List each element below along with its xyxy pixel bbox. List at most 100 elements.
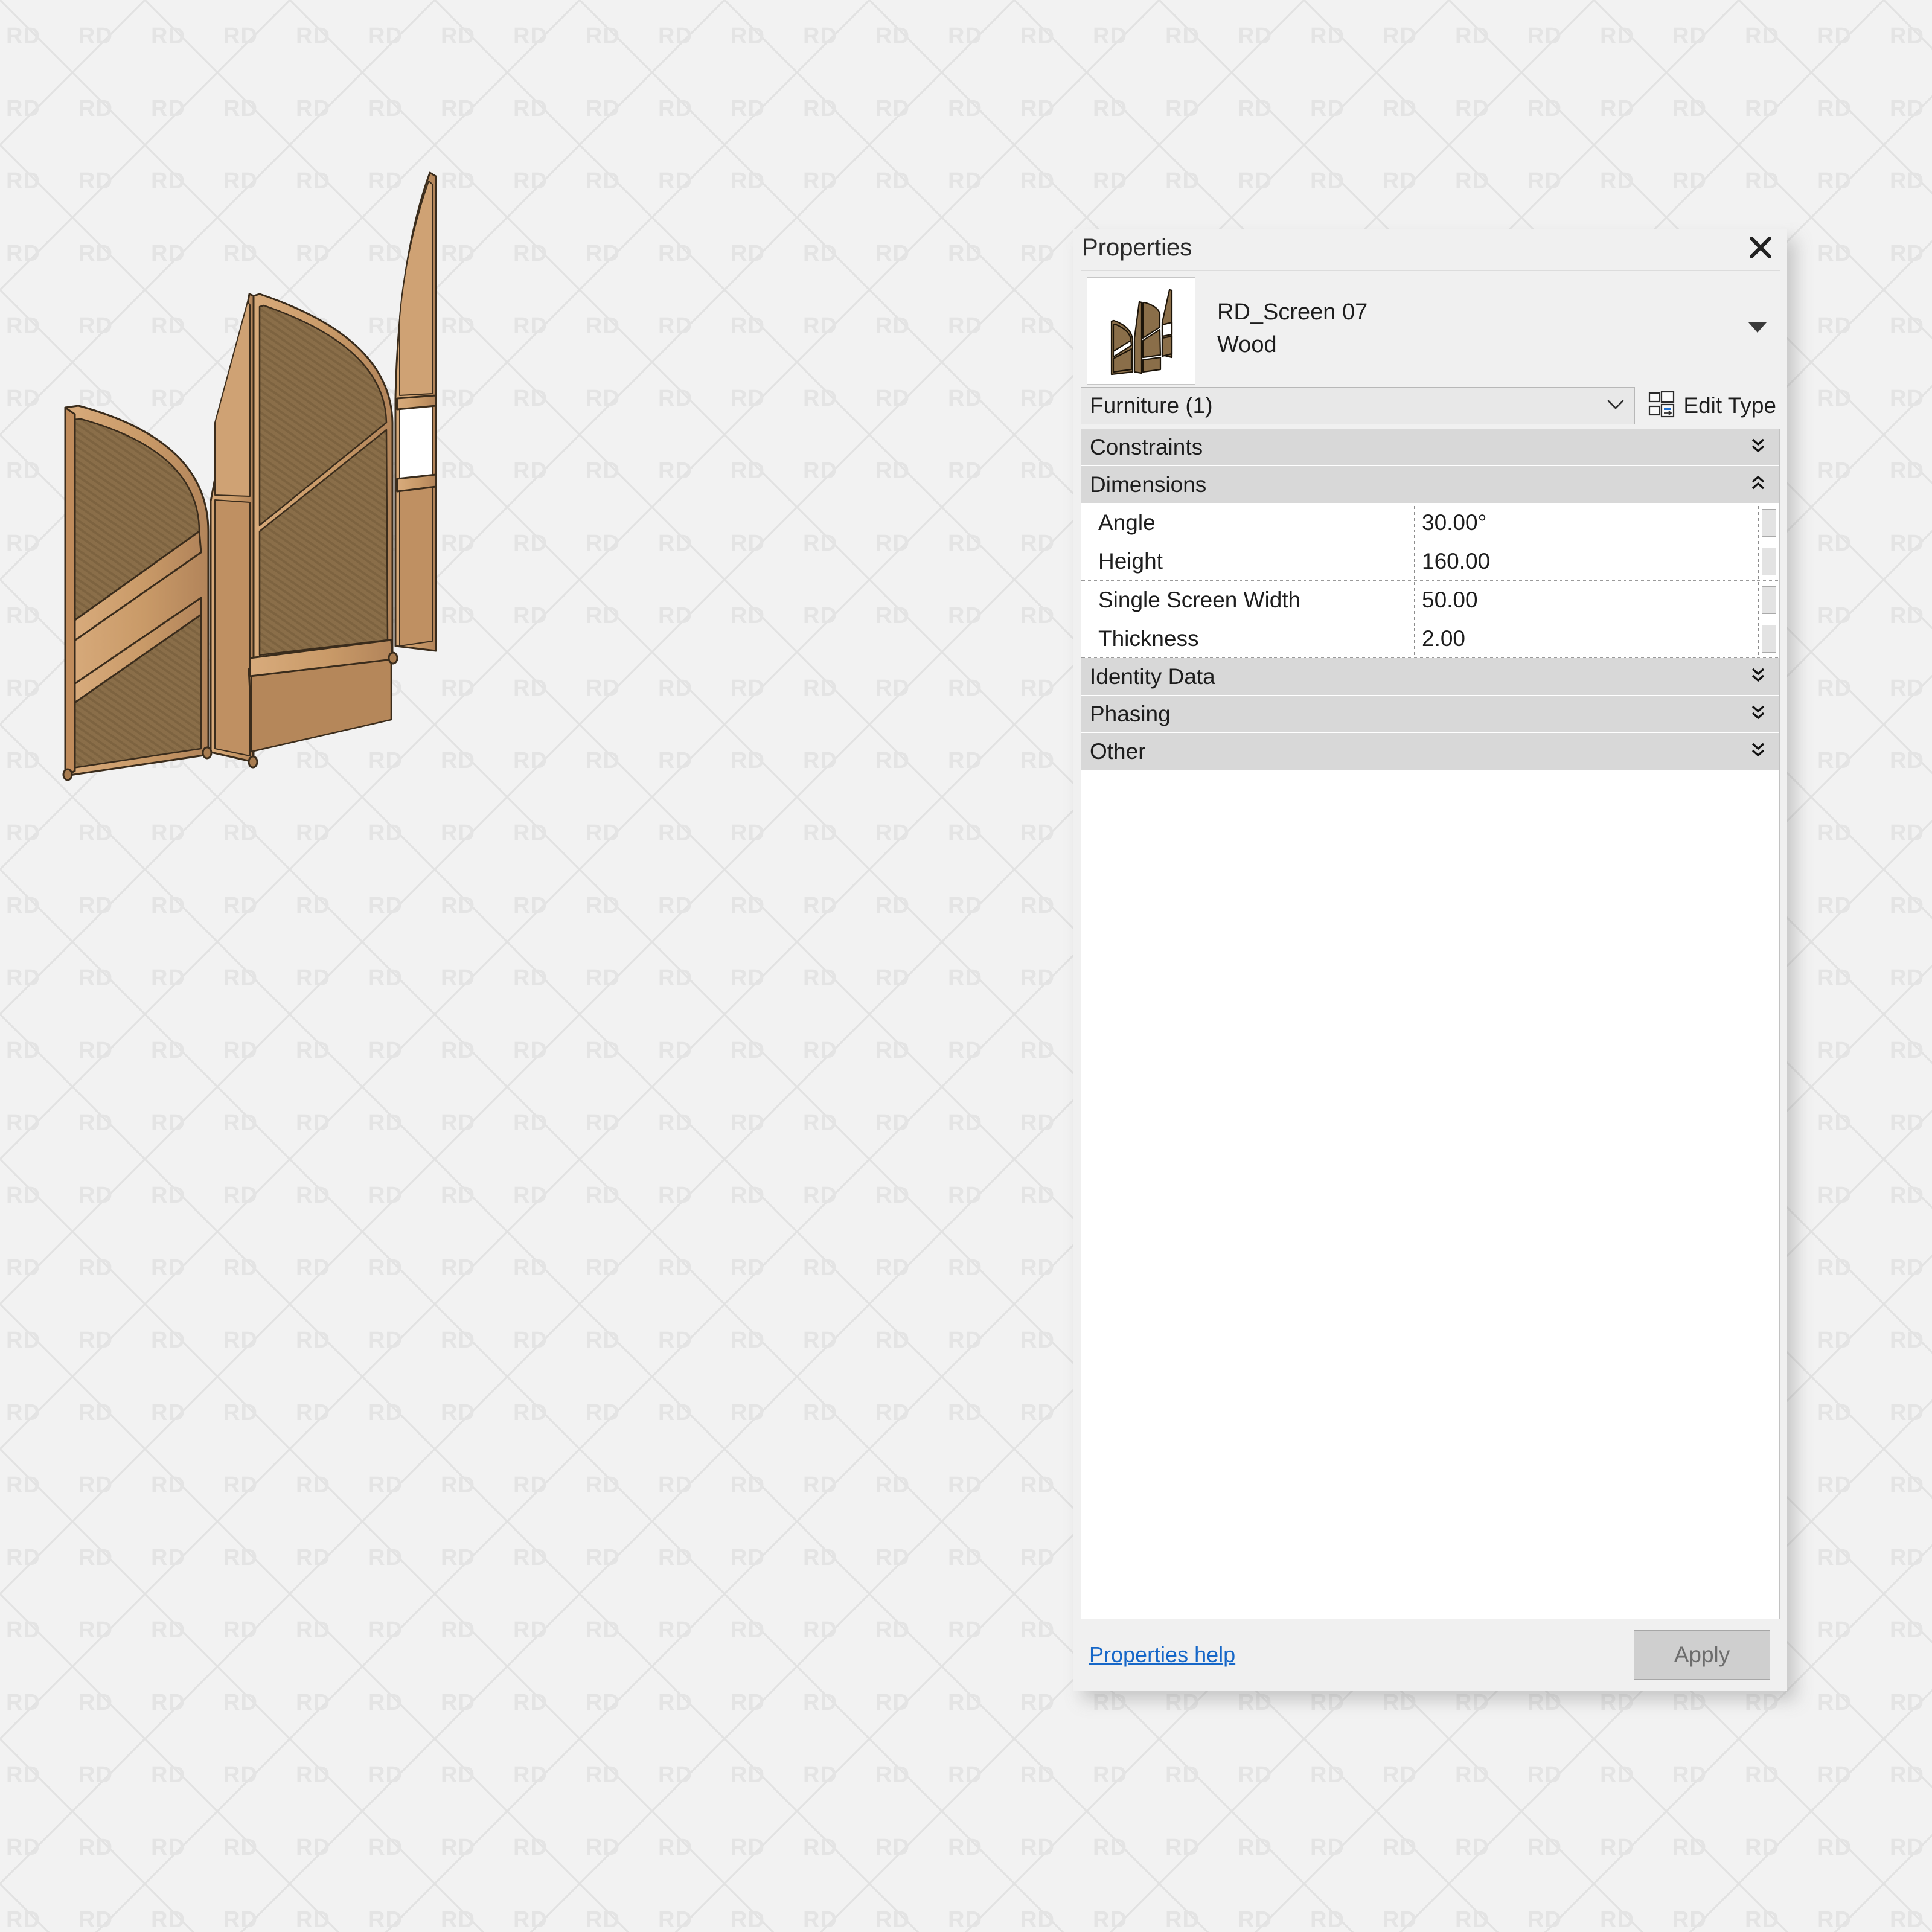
watermark-tile: RD bbox=[151, 1255, 185, 1281]
watermark-tile: RD bbox=[1093, 1907, 1127, 1932]
foot-center bbox=[248, 755, 258, 769]
param-associate-button[interactable] bbox=[1758, 581, 1779, 619]
watermark-tile: RD bbox=[78, 1835, 113, 1860]
watermark-tile: RD bbox=[948, 1255, 982, 1281]
apply-button[interactable]: Apply bbox=[1634, 1630, 1770, 1680]
watermark-tile: RD bbox=[1890, 1255, 1924, 1281]
section-header-identity-data[interactable]: Identity Data bbox=[1081, 658, 1779, 696]
properties-help-link[interactable]: Properties help bbox=[1089, 1642, 1235, 1668]
param-label: Angle bbox=[1081, 504, 1415, 542]
watermark-tile: RD bbox=[513, 1473, 548, 1498]
watermark-tile: RD bbox=[1455, 24, 1489, 49]
section-header-other[interactable]: Other bbox=[1081, 733, 1779, 770]
chevron-down-icon[interactable] bbox=[1747, 321, 1768, 337]
watermark-tile: RD bbox=[1600, 96, 1634, 121]
watermark-tile: RD bbox=[1890, 1328, 1924, 1353]
watermark-tile: RD bbox=[1600, 1907, 1634, 1932]
screen-model-svg bbox=[62, 171, 437, 781]
watermark-tile: RD bbox=[1890, 458, 1924, 484]
table-row[interactable]: Thickness 2.00 bbox=[1081, 619, 1779, 658]
right-leaf-window bbox=[399, 400, 433, 481]
watermark-tile: RD bbox=[803, 1617, 837, 1643]
section-header-constraints[interactable]: Constraints bbox=[1081, 429, 1779, 466]
watermark-tile: RD bbox=[1093, 1762, 1127, 1788]
watermark-tile: RD bbox=[1165, 168, 1200, 194]
edit-type-label: Edit Type bbox=[1683, 393, 1776, 418]
watermark-tile: RD bbox=[586, 1617, 620, 1643]
watermark-tile: RD bbox=[586, 1835, 620, 1860]
param-label: Thickness bbox=[1081, 619, 1415, 657]
watermark-tile: RD bbox=[6, 1690, 40, 1715]
watermark-tile: RD bbox=[513, 1762, 548, 1788]
table-row[interactable]: Angle 30.00° bbox=[1081, 504, 1779, 542]
watermark-tile: RD bbox=[223, 1545, 258, 1570]
mid-left-leaf-fill bbox=[214, 499, 251, 756]
watermark-tile: RD bbox=[1817, 1328, 1852, 1353]
param-associate-button[interactable] bbox=[1758, 504, 1779, 542]
section-header-dimensions[interactable]: Dimensions bbox=[1081, 466, 1779, 504]
param-associate-button[interactable] bbox=[1758, 542, 1779, 580]
double-chevron-down-glyph bbox=[1751, 668, 1765, 682]
watermark-tile: RD bbox=[1020, 1762, 1055, 1788]
watermark-tile: RD bbox=[1310, 96, 1345, 121]
watermark-tile: RD bbox=[223, 1400, 258, 1425]
watermark-tile: RD bbox=[1890, 965, 1924, 991]
watermark-tile: RD bbox=[223, 1907, 258, 1932]
param-value-thickness[interactable]: 2.00 bbox=[1415, 619, 1758, 657]
watermark-tile: RD bbox=[1817, 24, 1852, 49]
watermark-tile: RD bbox=[1527, 1907, 1562, 1932]
watermark-tile: RD bbox=[1310, 24, 1345, 49]
param-value-height[interactable]: 160.00 bbox=[1415, 542, 1758, 580]
combo-chevron-glyph bbox=[1608, 400, 1624, 409]
watermark-tile: RD bbox=[1020, 1835, 1055, 1860]
watermark-tile: RD bbox=[1817, 1110, 1852, 1136]
watermark-tile: RD bbox=[1527, 24, 1562, 49]
param-value-angle[interactable]: 30.00° bbox=[1415, 504, 1758, 542]
panel-titlebar[interactable]: Properties bbox=[1073, 229, 1787, 267]
double-chevron-down-glyph bbox=[1751, 705, 1765, 720]
watermark-tile: RD bbox=[6, 1907, 40, 1932]
watermark-tile: RD bbox=[803, 1762, 837, 1788]
table-row[interactable]: Height 160.00 bbox=[1081, 542, 1779, 581]
section-label: Constraints bbox=[1090, 434, 1203, 459]
watermark-tile: RD bbox=[658, 1835, 693, 1860]
section-label: Dimensions bbox=[1090, 472, 1207, 497]
type-name-label: Wood bbox=[1217, 331, 1277, 357]
watermark-tile: RD bbox=[368, 1255, 403, 1281]
watermark-tile: RD bbox=[948, 1328, 982, 1353]
category-select[interactable]: Furniture (1) bbox=[1081, 387, 1636, 424]
watermark-tile: RD bbox=[1890, 1835, 1924, 1860]
app-root: RD RD RD RD RD RD RD RD RD RD RD RD RD RD RD RD RD RD RD RD… bbox=[0, 0, 1932, 1932]
type-names: RD_Screen 07 Wood bbox=[1217, 277, 1780, 360]
edit-type-button[interactable]: Edit Type bbox=[1648, 391, 1780, 421]
right-leaf-top-fill bbox=[399, 181, 433, 396]
table-row[interactable]: Single Screen Width 50.00 bbox=[1081, 581, 1779, 619]
watermark-tile: RD bbox=[223, 1835, 258, 1860]
watermark-tile: RD bbox=[1455, 1835, 1489, 1860]
section-header-phasing[interactable]: Phasing bbox=[1081, 696, 1779, 733]
watermark-tile: RD bbox=[875, 1907, 910, 1932]
section-label: Other bbox=[1090, 738, 1146, 764]
double-chevron-down-icon bbox=[1750, 741, 1766, 762]
watermark-tile: RD bbox=[223, 1473, 258, 1498]
type-selector-block[interactable]: RD_Screen 07 Wood bbox=[1081, 270, 1780, 385]
watermark-tile: RD bbox=[78, 1545, 113, 1570]
watermark-tile: RD bbox=[78, 1617, 113, 1643]
param-associate-button[interactable] bbox=[1758, 619, 1779, 657]
watermark-tile: RD bbox=[948, 1545, 982, 1570]
watermark-tile: RD bbox=[78, 1690, 113, 1715]
watermark-tile: RD bbox=[1600, 168, 1634, 194]
watermark-tile: RD bbox=[1455, 168, 1489, 194]
watermark-tile: RD bbox=[1890, 1762, 1924, 1788]
watermark-tile: RD bbox=[513, 1835, 548, 1860]
param-value-single-screen-width[interactable]: 50.00 bbox=[1415, 581, 1758, 619]
watermark-tile: RD bbox=[1817, 1255, 1852, 1281]
watermark-tile: RD bbox=[513, 1545, 548, 1570]
watermark-tile: RD bbox=[1238, 168, 1272, 194]
watermark-tile: RD bbox=[78, 1328, 113, 1353]
close-icon[interactable] bbox=[1744, 232, 1777, 263]
model-viewport[interactable] bbox=[0, 0, 1087, 1208]
chevron-down-glyph bbox=[1748, 322, 1767, 333]
properties-palette: Properties RD_Screen 07 Wood Furniture (… bbox=[1073, 229, 1787, 1690]
watermark-tile: RD bbox=[296, 1400, 330, 1425]
